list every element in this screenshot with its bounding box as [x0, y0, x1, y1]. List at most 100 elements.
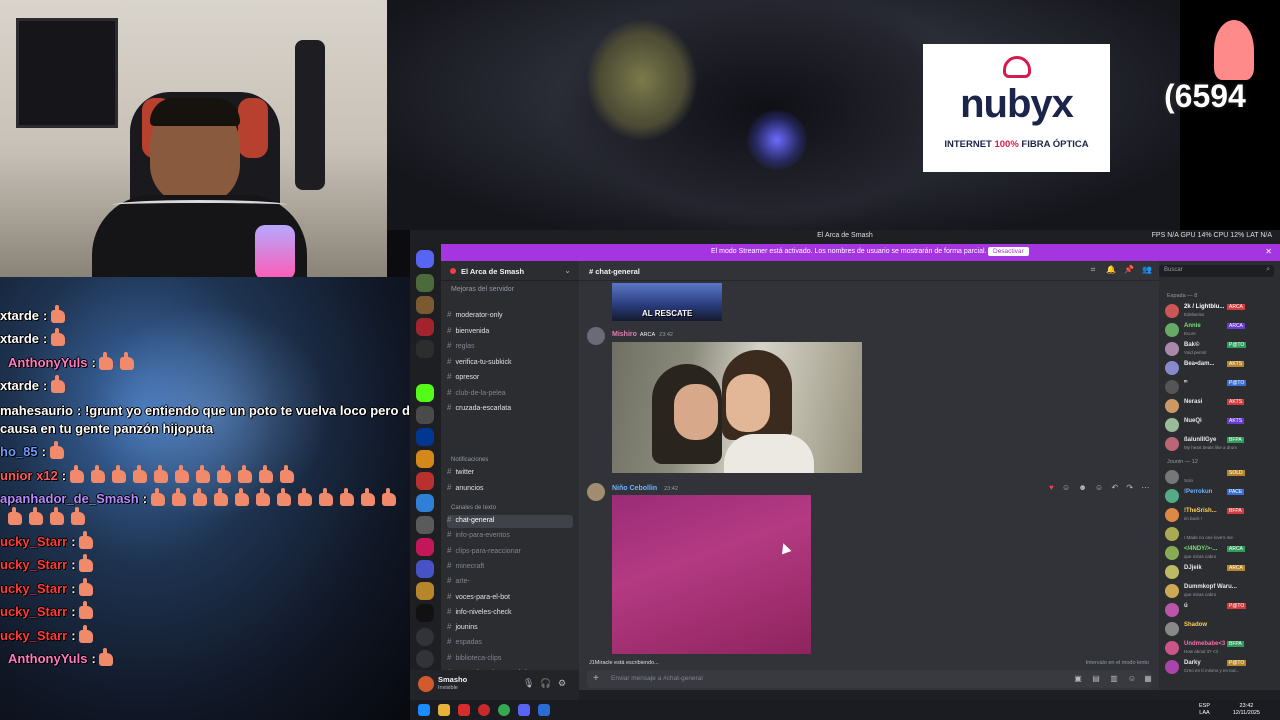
apps-icon[interactable]: ▦ — [1143, 674, 1153, 684]
discord-icon[interactable] — [518, 704, 530, 716]
server-boost-link[interactable]: Mejoras del servidor — [451, 286, 514, 293]
language-indicator[interactable]: ESP LAA — [1199, 703, 1210, 717]
bell-icon[interactable]: 🔔 — [1105, 265, 1117, 277]
channel-twitter[interactable]: # twitter — [447, 467, 573, 480]
server-header[interactable]: El Arca de Smash ⌄ — [441, 261, 579, 281]
threads-icon[interactable]: ⌗ — [1087, 265, 1099, 277]
close-icon[interactable]: ✕ — [1265, 247, 1272, 256]
member-item[interactable]: Bea•dam... AKTS — [1165, 360, 1277, 377]
server-icon[interactable] — [416, 340, 434, 358]
emoji-icon[interactable]: ☺ — [1127, 674, 1137, 684]
avatar[interactable] — [418, 676, 434, 692]
server-icon[interactable] — [416, 582, 434, 600]
channel-cruzada-escarlata[interactable]: # cruzada-escarlata — [447, 403, 573, 416]
microphone-icon[interactable]: 🎙 — [523, 678, 534, 688]
member-item[interactable]: NueQi AKTS — [1165, 417, 1277, 434]
gear-icon[interactable]: ⚙ — [557, 678, 567, 688]
channel-arte-[interactable]: # arte- — [447, 576, 573, 589]
server-icon[interactable] — [416, 274, 434, 292]
member-item[interactable]: DJjeik ARCA — [1165, 564, 1277, 581]
folder-icon[interactable] — [416, 560, 434, 578]
server-icon[interactable] — [416, 494, 434, 512]
channel-info-niveles-check[interactable]: # info-niveles-check — [447, 607, 573, 620]
server-icon[interactable] — [416, 604, 434, 622]
add-server-icon[interactable] — [416, 628, 434, 646]
channel-info-para-eventos[interactable]: # info-para-eventos — [447, 530, 573, 543]
member-item[interactable]: Bak© P@TO Void permit — [1165, 341, 1277, 358]
add-reaction-icon[interactable]: ☺ — [1095, 483, 1103, 492]
search-input[interactable]: Buscar ⌕ — [1159, 265, 1274, 277]
chat-username[interactable]: ucky_Starr — [0, 557, 67, 572]
member-item[interactable]: !Perrokun PACE — [1165, 488, 1277, 505]
server-icon[interactable] — [416, 472, 434, 490]
chat-username[interactable]: ho_85 — [0, 444, 38, 459]
server-icon[interactable] — [416, 538, 434, 556]
chat-username[interactable]: mahesaurio — [0, 403, 73, 418]
channel-jounins[interactable]: # jounins — [447, 622, 573, 635]
channel-clips-para-reaccionar[interactable]: # clips-para-reaccionar — [447, 546, 573, 559]
disable-streamer-button[interactable]: Desactivar — [988, 247, 1029, 256]
member-item[interactable]: !TheSrish... BFPA im back ! — [1165, 507, 1277, 524]
add-attachment-icon[interactable]: + — [593, 673, 599, 685]
member-item[interactable]: Shadow — [1165, 621, 1277, 638]
pin-icon[interactable]: 📌 — [1123, 265, 1135, 277]
chat-username[interactable]: ucky_Starr — [0, 604, 67, 619]
member-item[interactable]: Dummkopf Waru... que miras cabro — [1165, 583, 1277, 600]
chat-username[interactable]: AnthonyYuls — [8, 651, 87, 666]
member-item[interactable]: Nerasi AKTS — [1165, 398, 1277, 415]
gift-icon[interactable]: ▣ — [1073, 674, 1083, 684]
channel-voces-para-el-bot[interactable]: # voces-para-el-bot — [447, 592, 573, 605]
member-item[interactable]: SOLD Solo — [1165, 469, 1277, 486]
member-item[interactable]: 2k / Lightblu... ARCA Edelweiss — [1165, 303, 1277, 320]
forward-icon[interactable]: ↷ — [1126, 483, 1133, 492]
server-icon[interactable] — [416, 362, 434, 380]
chat-username[interactable]: xtarde — [0, 331, 39, 346]
more-icon[interactable]: ⋯ — [1141, 483, 1149, 492]
folder-icon[interactable] — [438, 704, 450, 716]
gif-embed[interactable]: AL RESCATE — [612, 283, 722, 321]
gif-icon[interactable]: ▤ — [1091, 674, 1101, 684]
chrome-icon[interactable] — [498, 704, 510, 716]
headphones-icon[interactable]: 🎧 — [540, 678, 551, 688]
member-item[interactable]: Darky P@TO Creo en tí mismo y en tod... — [1165, 659, 1277, 676]
member-item[interactable]: ᵐ P@TO — [1165, 379, 1277, 396]
channel-biblioteca-clips[interactable]: # biblioteca-clips — [447, 653, 573, 666]
discover-icon[interactable] — [416, 650, 434, 668]
category-notifications[interactable]: Notificaciones — [451, 457, 488, 463]
member-item[interactable]: </4NDY/>-... ARCA que miras cabro — [1165, 545, 1277, 562]
channel-club-de-la-pelea[interactable]: # club-de-la-pelea — [447, 388, 573, 401]
channel-chat-general[interactable]: # chat-general — [447, 515, 573, 528]
server-icon[interactable] — [416, 296, 434, 314]
chat-username[interactable]: AnthonyYuls — [8, 355, 87, 370]
channel-anuncios[interactable]: # anuncios — [447, 483, 573, 496]
member-item[interactable]: Annie ARCA Ecure — [1165, 322, 1277, 339]
member-item[interactable]: ú P@TO — [1165, 602, 1277, 619]
reply-icon[interactable]: ↶ — [1111, 483, 1118, 492]
clock[interactable]: 23:42 12/11/2025 — [1233, 703, 1260, 717]
members-icon[interactable]: 👥 — [1141, 265, 1153, 277]
chat-username[interactable]: ucky_Starr — [0, 534, 67, 549]
chat-username[interactable]: apanhador_de_Smash — [0, 491, 139, 506]
kick-icon[interactable] — [416, 384, 434, 402]
gif-attachment[interactable] — [612, 495, 811, 654]
app-icon[interactable] — [458, 704, 470, 716]
chat-username[interactable]: ucky_Starr — [0, 628, 67, 643]
channel-bienvenida[interactable]: # bienvenida — [447, 326, 573, 339]
sticker-icon[interactable]: ▥ — [1109, 674, 1119, 684]
channel-minecraft[interactable]: # minecraft — [447, 561, 573, 574]
channel-verifica-tu-subkick[interactable]: # verifica-tu-subkick — [447, 357, 573, 370]
server-icon[interactable] — [416, 450, 434, 468]
steam-icon[interactable] — [538, 704, 550, 716]
reaction-icon[interactable]: ☻ — [1078, 483, 1086, 492]
channel-moderator-only[interactable]: # moderator-only — [447, 310, 573, 323]
chevron-down-icon[interactable]: ⌄ — [564, 266, 571, 275]
server-icon[interactable] — [416, 318, 434, 336]
avatar[interactable] — [587, 483, 605, 501]
channel-opresor[interactable]: # opresor — [447, 372, 573, 385]
server-icon[interactable] — [416, 406, 434, 424]
member-item[interactable]: ßalunlllGye BFPA My heart beats like a dru… — [1165, 436, 1277, 453]
message-composer[interactable]: + Enviar mensaje a #chat-general ▣ ▤ ▥ ☺… — [587, 670, 1153, 688]
chat-username[interactable]: xtarde — [0, 308, 39, 323]
channel-reglas[interactable]: # reglas — [447, 341, 573, 354]
start-icon[interactable] — [418, 704, 430, 716]
